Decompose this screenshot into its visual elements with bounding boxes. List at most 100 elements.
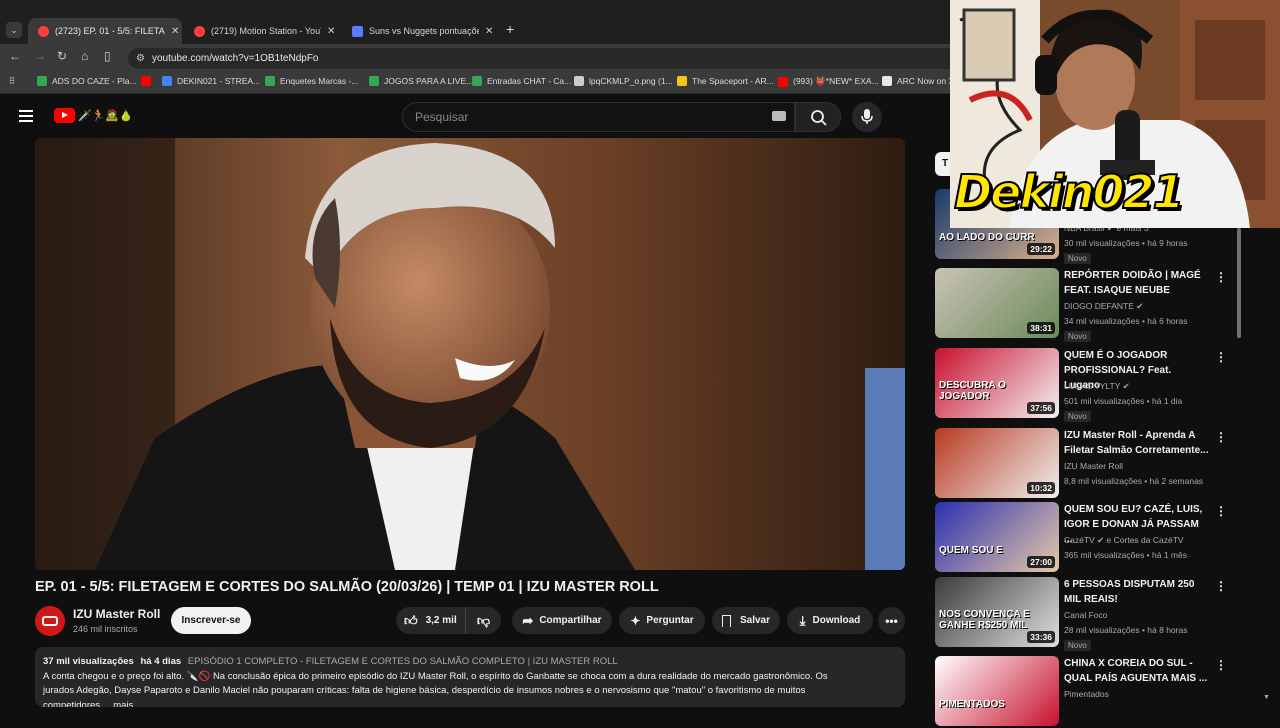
recommendation-title[interactable]: 6 PESSOAS DISPUTAM 250 MIL REAIS! — [1064, 577, 1209, 607]
more-vertical-icon[interactable]: ⋮ — [1215, 430, 1227, 444]
more-vertical-icon[interactable]: ⋮ — [1215, 579, 1227, 593]
address-bar[interactable]: ⚙ youtube.com/watch?v=1OB1teNdpFo — [128, 48, 968, 69]
scrollbar[interactable] — [1237, 228, 1241, 338]
search-input[interactable]: Pesquisar — [402, 102, 795, 132]
address-url: youtube.com/watch?v=1OB1teNdpFo — [152, 53, 319, 64]
more-vertical-icon[interactable]: ⋮ — [1215, 350, 1227, 364]
more-vertical-icon[interactable]: ⋮ — [1215, 270, 1227, 284]
recommendation-channel[interactable]: IZU Master Roll — [1064, 461, 1123, 471]
browser-tab[interactable]: Suns vs Nuggets pontuações & ✕ — [342, 18, 496, 44]
keyboard-icon[interactable] — [772, 111, 786, 121]
bookmark-item[interactable]: Entradas CHAT - Ca... — [472, 76, 571, 86]
dislike-button[interactable]: 👎︎ — [466, 607, 501, 634]
recommendation-item[interactable]: QUEM SOU E 27:00 QUEM SOU EU? CAZÉ, LUIS, … — [935, 502, 1235, 574]
download-icon: ⤓ — [799, 612, 806, 628]
recommendation-item[interactable]: DESCUBRA O JOGADOR 37:56 QUEM É O JOGADOR … — [935, 348, 1235, 422]
more-horizontal-icon: ••• — [885, 613, 898, 628]
channel-name[interactable]: IZU Master Roll — [73, 607, 160, 621]
subscribe-label: Inscrever-se — [181, 615, 241, 626]
bookmark-favicon-icon — [141, 76, 151, 86]
recommendation-item[interactable]: 10:32 IZU Master Roll - Aprenda A Filetar… — [935, 428, 1235, 500]
sparkle-icon: ✦ — [630, 613, 641, 628]
more-vertical-icon[interactable]: ⋮ — [1215, 658, 1227, 672]
youtube-play-icon — [54, 108, 75, 123]
new-tab-icon[interactable]: + — [506, 21, 514, 37]
recommendation-channel[interactable]: DIOGO DEFANTE ✔ — [1064, 301, 1143, 312]
description-line: competidores. ...mais — [43, 699, 134, 708]
bookmark-item[interactable]: DEKIN021 - STREA... — [162, 76, 260, 86]
share-label: Compartilhar — [539, 615, 602, 626]
voice-search-button[interactable] — [852, 102, 882, 132]
bookmark-item[interactable]: (993) 👹*NEW* EXA... — [778, 76, 879, 87]
youtube-logo[interactable]: 🗡️🏃🧟🍐 — [54, 108, 133, 123]
recommendation-channel[interactable]: LUCAS TYLTY ✔ — [1064, 381, 1130, 392]
bookmark-favicon-icon — [778, 76, 788, 87]
recommendation-item[interactable]: 38:31 REPÓRTER DOIDÃO | MAGÉ FEAT. ISAQUE… — [935, 268, 1235, 342]
video-thumbnail[interactable]: QUEM SOU E 27:00 — [935, 502, 1059, 572]
recommendation-channel[interactable]: Pimentados — [1064, 689, 1109, 699]
duration-badge: 29:22 — [1027, 243, 1055, 255]
site-info-icon[interactable]: ⚙ — [136, 48, 145, 69]
ask-button[interactable]: ✦ Perguntar — [619, 607, 705, 634]
close-tab-icon[interactable]: ✕ — [171, 26, 179, 37]
close-tab-icon[interactable]: ✕ — [327, 26, 335, 37]
subscribe-button[interactable]: Inscrever-se — [171, 607, 251, 634]
bookmark-item[interactable]: Enquetes Marcas -... — [265, 76, 358, 86]
duration-badge: 38:31 — [1027, 322, 1055, 334]
bookmark-item[interactable]: JOGOS PARA A LIVE... — [369, 76, 473, 86]
bookmark-label: Enquetes Marcas -... — [280, 76, 359, 86]
recommendation-item[interactable]: PIMENTADOS CHINA X COREIA DO SUL - QUAL P… — [935, 656, 1235, 728]
bookmark-icon — [721, 614, 731, 627]
bookmark-favicon-icon — [882, 76, 892, 86]
download-button[interactable]: ⤓ Download — [787, 607, 873, 634]
more-vertical-icon[interactable]: ⋮ — [1215, 504, 1227, 518]
recommendation-item[interactable]: NOS CONVENÇA E GANHE R$250 MIL 33:36 6 PES… — [935, 577, 1235, 651]
bookmark-label: JOGOS PARA A LIVE... — [384, 76, 474, 86]
share-button[interactable]: ➦ Compartilhar — [512, 607, 612, 634]
reload-icon[interactable]: ↻ — [57, 49, 67, 63]
forward-icon[interactable]: → — [34, 49, 46, 63]
bookmark-item[interactable]: ADS DO CAZE - Pla... — [37, 76, 137, 86]
channel-avatar[interactable] — [35, 606, 65, 636]
video-thumbnail[interactable]: 38:31 — [935, 268, 1059, 338]
recommendation-meta: 30 mil visualizações • há 9 horas — [1064, 238, 1188, 248]
tab-title: (2719) Motion Station - YouTube — [211, 26, 321, 36]
recommendation-title[interactable]: IZU Master Roll - Aprenda A Filetar Salm… — [1064, 428, 1209, 458]
description-line: jurados Adegão, Dayse Paparoto e Danilo … — [43, 685, 806, 696]
scroll-down-icon[interactable]: ▼ — [1263, 694, 1270, 701]
video-thumbnail[interactable]: DESCUBRA O JOGADOR 37:56 — [935, 348, 1059, 418]
search-placeholder: Pesquisar — [415, 110, 469, 124]
video-player[interactable] — [35, 138, 905, 570]
bookmark-item[interactable]: lpqCKMLP_o.png (1... — [574, 76, 673, 86]
recommendation-channel[interactable]: Canal Foco — [1064, 610, 1107, 620]
browser-tab[interactable]: (2719) Motion Station - YouTube ✕ — [184, 18, 338, 44]
duration-badge: 27:00 — [1027, 556, 1055, 568]
close-tab-icon[interactable]: ✕ — [485, 26, 493, 37]
recommendation-title[interactable]: REPÓRTER DOIDÃO | MAGÉ FEAT. ISAQUE NEUB… — [1064, 268, 1209, 298]
like-dislike-group: 👍︎ 3,2 mil 👎︎ — [396, 607, 501, 634]
menu-icon[interactable] — [19, 110, 33, 122]
bookmark-item[interactable]: The Spaceport - AR... — [677, 76, 774, 86]
save-button[interactable]: Salvar — [712, 607, 780, 634]
description-box[interactable]: 37 mil visualizações há 4 dias EPISÓDIO … — [35, 647, 905, 707]
tab-title: (2723) EP. 01 - 5/5: FILETAGEM — [55, 26, 165, 36]
apps-icon[interactable]: ⠿ — [9, 76, 15, 87]
recommendation-channel[interactable]: CazéTV ✔ e Cortes da CazéTV — [1064, 535, 1184, 546]
bookmark-item[interactable] — [141, 76, 156, 86]
sidebar-toggle-icon[interactable]: ▯ — [104, 49, 111, 63]
like-button[interactable]: 👍︎ 3,2 mil — [396, 607, 466, 634]
more-actions-button[interactable]: ••• — [878, 607, 905, 634]
tab-title: Suns vs Nuggets pontuações & — [369, 26, 479, 36]
back-icon[interactable]: ← — [9, 49, 21, 63]
tab-search-icon[interactable]: ⌄ — [6, 22, 22, 38]
home-icon[interactable]: ⌂ — [81, 49, 88, 63]
bookmark-label: ADS DO CAZE - Pla... — [52, 76, 137, 86]
search-button[interactable] — [795, 102, 841, 132]
video-thumbnail[interactable]: NOS CONVENÇA E GANHE R$250 MIL 33:36 — [935, 577, 1059, 647]
ask-label: Perguntar — [646, 615, 694, 626]
video-thumbnail[interactable]: 10:32 — [935, 428, 1059, 498]
browser-tab-active[interactable]: (2723) EP. 01 - 5/5: FILETAGEM ✕ — [28, 18, 182, 44]
recommendation-title[interactable]: CHINA X COREIA DO SUL - QUAL PAÍS AGUENT… — [1064, 656, 1209, 686]
video-thumbnail[interactable]: PIMENTADOS — [935, 656, 1059, 726]
duration-badge: 33:36 — [1027, 631, 1055, 643]
